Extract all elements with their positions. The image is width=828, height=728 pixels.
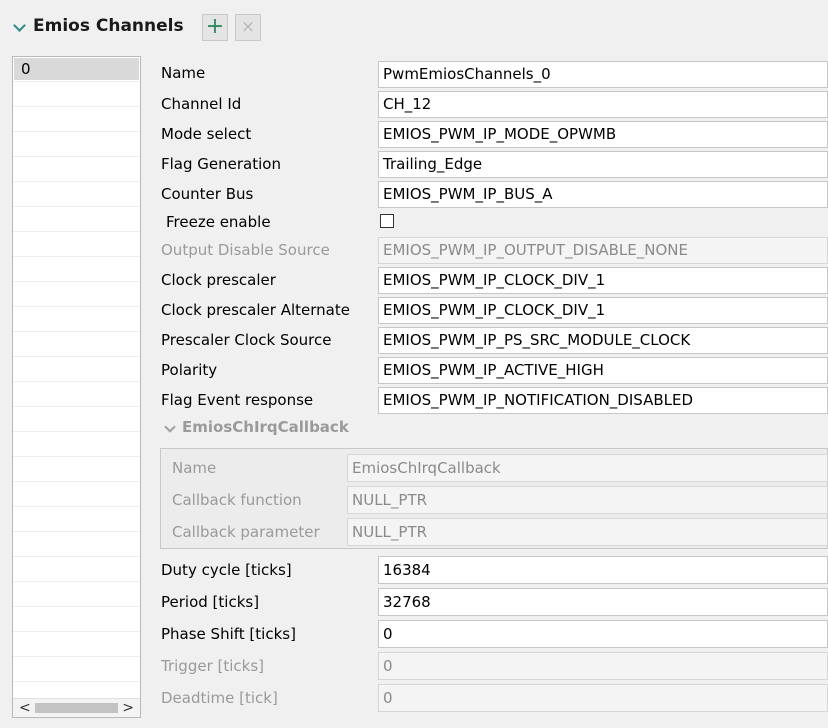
- row-divider: [13, 431, 140, 432]
- trigger-input: 0: [378, 652, 828, 680]
- duty-cycle-label: Duty cycle [ticks]: [161, 561, 292, 579]
- prescaler-clock-source-select[interactable]: EMIOS_PWM_IP_PS_SRC_MODULE_CLOCK: [378, 327, 828, 354]
- emios-channels-header: Emios Channels + ×: [0, 0, 828, 56]
- period-input[interactable]: 32768: [378, 588, 828, 616]
- freeze-enable-label: Freeze enable: [166, 213, 271, 231]
- scroll-left-icon[interactable]: <: [19, 699, 31, 717]
- flag-event-response-select[interactable]: EMIOS_PWM_IP_NOTIFICATION_DISABLED: [378, 387, 828, 414]
- row-divider: [13, 656, 140, 657]
- row-divider: [13, 256, 140, 257]
- row-divider: [13, 356, 140, 357]
- counter-bus-select[interactable]: EMIOS_PWM_IP_BUS_A: [378, 181, 828, 208]
- row-divider: [13, 556, 140, 557]
- row-divider: [13, 106, 140, 107]
- channel-properties: Name PwmEmiosChannels_0 Channel Id CH_12…: [148, 56, 828, 720]
- row-divider: [13, 606, 140, 607]
- row-divider: [13, 631, 140, 632]
- scrollbar-thumb[interactable]: [35, 703, 118, 713]
- clock-prescaler-alternate-select[interactable]: EMIOS_PWM_IP_CLOCK_DIV_1: [378, 297, 828, 324]
- flag-generation-label: Flag Generation: [161, 155, 281, 173]
- clock-prescaler-alternate-label: Clock prescaler Alternate: [161, 301, 350, 319]
- phase-shift-label: Phase Shift [ticks]: [161, 625, 296, 643]
- name-label: Name: [161, 64, 206, 82]
- section-title: Emios Channels: [33, 16, 184, 36]
- callback-name-field: EmiosChIrqCallback: [347, 454, 828, 482]
- channel-list: 0 < >: [12, 56, 141, 718]
- channel-id-label: Channel Id: [161, 95, 242, 113]
- callback-group: Name EmiosChIrqCallback Callback functio…: [160, 448, 828, 549]
- list-item[interactable]: 0: [14, 58, 139, 80]
- row-divider: [13, 156, 140, 157]
- deadtime-input: 0: [378, 684, 828, 712]
- callback-name-label: Name: [172, 459, 217, 477]
- output-disable-source-label: Output Disable Source: [161, 241, 330, 259]
- row-divider: [13, 206, 140, 207]
- row-divider: [13, 131, 140, 132]
- flag-event-response-label: Flag Event response: [161, 391, 314, 409]
- polarity-select[interactable]: EMIOS_PWM_IP_ACTIVE_HIGH: [378, 357, 828, 384]
- freeze-enable-checkbox[interactable]: [380, 214, 394, 228]
- row-divider: [13, 331, 140, 332]
- row-divider: [13, 406, 140, 407]
- row-divider: [13, 581, 140, 582]
- row-divider: [13, 456, 140, 457]
- clock-prescaler-select[interactable]: EMIOS_PWM_IP_CLOCK_DIV_1: [378, 267, 828, 294]
- callback-parameter-field: NULL_PTR: [347, 518, 828, 546]
- duty-cycle-input[interactable]: 16384: [378, 556, 828, 584]
- add-channel-button[interactable]: +: [202, 14, 228, 41]
- callback-function-label: Callback function: [172, 491, 302, 509]
- row-divider: [13, 181, 140, 182]
- horizontal-scrollbar[interactable]: < >: [13, 698, 140, 717]
- row-divider: [13, 531, 140, 532]
- row-divider: [13, 481, 140, 482]
- row-divider: [13, 81, 140, 82]
- counter-bus-label: Counter Bus: [161, 185, 254, 203]
- mode-select-dropdown[interactable]: EMIOS_PWM_IP_MODE_OPWMB: [378, 121, 828, 148]
- row-divider: [13, 281, 140, 282]
- row-divider: [13, 506, 140, 507]
- phase-shift-input[interactable]: 0: [378, 620, 828, 648]
- output-disable-source-select: EMIOS_PWM_IP_OUTPUT_DISABLE_NONE: [378, 237, 828, 264]
- scroll-right-icon[interactable]: >: [122, 699, 134, 717]
- mode-select-label: Mode select: [161, 125, 252, 143]
- flag-generation-select[interactable]: Trailing_Edge: [378, 151, 828, 178]
- row-divider: [13, 681, 140, 682]
- remove-channel-button[interactable]: ×: [235, 14, 261, 41]
- trigger-label: Trigger [ticks]: [161, 657, 265, 675]
- polarity-label: Polarity: [161, 361, 218, 379]
- row-divider: [13, 381, 140, 382]
- clock-prescaler-label: Clock prescaler: [161, 271, 276, 289]
- collapse-chevron-icon[interactable]: [13, 19, 26, 32]
- row-divider: [13, 231, 140, 232]
- channel-id-select[interactable]: CH_12: [378, 91, 828, 118]
- callback-section-title[interactable]: EmiosChIrqCallback: [182, 418, 349, 436]
- callback-section-chevron-icon[interactable]: [164, 421, 176, 433]
- row-divider: [13, 306, 140, 307]
- deadtime-label: Deadtime [tick]: [161, 689, 278, 707]
- period-label: Period [ticks]: [161, 593, 260, 611]
- prescaler-clock-source-label: Prescaler Clock Source: [161, 331, 332, 349]
- name-field[interactable]: PwmEmiosChannels_0: [378, 61, 828, 88]
- callback-function-field: NULL_PTR: [347, 486, 828, 514]
- callback-parameter-label: Callback parameter: [172, 523, 320, 541]
